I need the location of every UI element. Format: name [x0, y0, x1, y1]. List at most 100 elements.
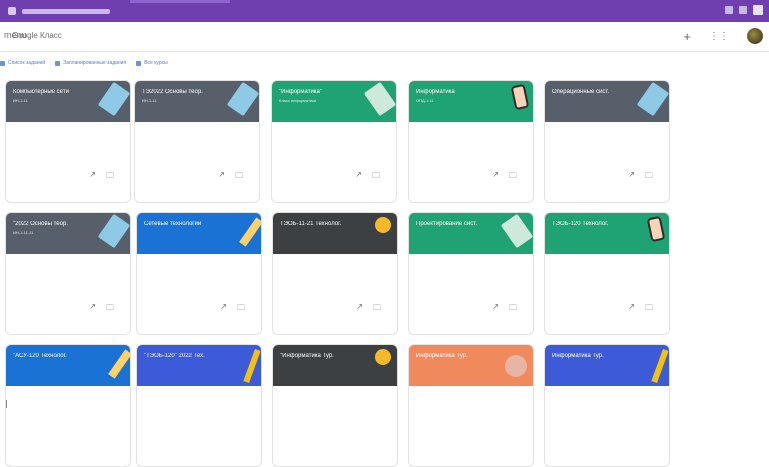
folder-icon[interactable]: 🗀 [645, 302, 653, 316]
card-title[interactable]: Сетевые технологии [144, 221, 201, 227]
card-subtitle: ИН-1-11 [142, 98, 157, 103]
folder-icon[interactable]: 🗀 [106, 170, 114, 184]
class-card[interactable]: "Информатика Тур. [272, 344, 398, 467]
card-title[interactable]: "Информатика Тур. [280, 353, 334, 359]
card-header: Сетевые технологии [137, 213, 261, 254]
subnav-label: Все курсы [144, 60, 168, 66]
folder-icon[interactable]: 🗀 [509, 302, 517, 316]
trend-icon[interactable]: ↗ [492, 170, 499, 184]
trend-icon[interactable]: ↗ [492, 302, 499, 316]
window-controls [725, 5, 763, 15]
card-title[interactable]: "ТЭОБ-120" 2022 Тех. [144, 353, 205, 359]
lightbulb-icon [375, 349, 391, 365]
tab-strip-highlight [130, 0, 230, 3]
trend-icon[interactable]: ↗ [356, 302, 363, 316]
create-class-button[interactable]: + [683, 30, 691, 43]
card-title[interactable]: "Информатика" [279, 89, 322, 95]
card-actions: ↗ 🗀 [218, 170, 243, 184]
card-header: "ТЭОБ-120" 2022 Тех. [137, 345, 261, 386]
card-title[interactable]: Компьютерные сети [13, 89, 69, 95]
apps-grid-icon[interactable]: ⋮⋮ [709, 31, 729, 42]
trend-icon[interactable]: ↗ [628, 302, 635, 316]
subnav-item-scheduled[interactable]: Запланированные задания [55, 60, 126, 66]
class-card[interactable]: ТЭОБ-11-21 Технолог. ↗ 🗀 [272, 212, 398, 335]
clock-icon [55, 60, 61, 66]
card-header: ТЭ2022 Основы теор. ИН-1-11 [135, 81, 259, 122]
tab-favicon-icon [8, 7, 16, 15]
subnav-item-all[interactable]: Все курсы [136, 60, 168, 66]
subnav: Список заданий Запланированные задания В… [0, 60, 168, 66]
card-header: Информатика Тур. [545, 345, 669, 386]
trend-icon[interactable]: ↗ [355, 170, 362, 184]
card-title[interactable]: Проектирование сист. [416, 221, 477, 227]
card-header: "2022 Основы теор. ИН-1-11-11 [6, 213, 130, 254]
class-card[interactable]: Компьютерные сети ИН-1-11 ↗ 🗀 [5, 80, 131, 203]
class-card[interactable]: ТЭ2022 Основы теор. ИН-1-11 ↗ 🗀 [134, 80, 260, 203]
class-card[interactable]: ТЭОБ-120 Технолог. ↗ 🗀 [544, 212, 670, 335]
laptop-icon [97, 81, 130, 117]
folder-icon[interactable]: 🗀 [235, 170, 243, 184]
trend-icon[interactable]: ↗ [220, 302, 227, 316]
card-title[interactable]: Операционные сист. [552, 89, 609, 95]
trend-icon[interactable]: ↗ [89, 302, 96, 316]
pen-icon [239, 217, 261, 247]
card-subtitle: ИН-1-11-11 [13, 230, 34, 235]
class-card[interactable]: "Информатика" Класс информатики ↗ 🗀 [271, 80, 397, 203]
card-title[interactable]: "АСУ-120 Технолог. [13, 353, 67, 359]
minimize-icon[interactable] [725, 6, 733, 14]
class-card[interactable]: Проектирование сист. ↗ 🗀 [408, 212, 534, 335]
folder-icon[interactable]: 🗀 [373, 302, 381, 316]
class-card[interactable]: Сетевые технологии ↗ 🗀 [136, 212, 262, 335]
card-title[interactable]: ТЭОБ-120 Технолог. [552, 221, 608, 227]
close-icon[interactable] [753, 5, 763, 15]
card-header: "Информатика Тур. [273, 345, 397, 386]
class-card[interactable]: "АСУ-120 Технолог. [5, 344, 131, 467]
card-title[interactable]: Информатика [416, 89, 455, 95]
card-actions: ↗ 🗀 [492, 302, 517, 316]
card-header: Информатика Тур. [409, 345, 533, 386]
folder-icon[interactable]: 🗀 [237, 302, 245, 316]
avatar[interactable] [747, 28, 763, 44]
folder-icon[interactable]: 🗀 [372, 170, 380, 184]
browser-tab[interactable] [8, 4, 110, 18]
laptop-icon [226, 81, 259, 117]
class-card[interactable]: Операционные сист. ↗ 🗀 [544, 80, 670, 203]
ruler-icon [243, 348, 261, 384]
book-icon [500, 213, 533, 249]
card-header: ТЭОБ-120 Технолог. [545, 213, 669, 254]
class-card[interactable]: "ТЭОБ-120" 2022 Тех. [136, 344, 262, 467]
card-header: "Информатика" Класс информатики [272, 81, 396, 122]
scroll-indicator [6, 400, 7, 408]
class-card[interactable]: "2022 Основы теор. ИН-1-11-11 ↗ 🗀 [5, 212, 131, 335]
card-subtitle: ОПД-1-11 [416, 98, 434, 103]
card-actions: ↗ 🗀 [355, 170, 380, 184]
laptop-icon [636, 81, 669, 117]
card-title[interactable]: ТЭ2022 Основы теор. [142, 89, 203, 95]
class-card[interactable]: Информатика Тур. [544, 344, 670, 467]
card-title[interactable]: ТЭОБ-11-21 Технолог. [280, 221, 341, 227]
card-title[interactable]: "2022 Основы теор. [13, 221, 68, 227]
card-subtitle: Класс информатики [279, 98, 317, 103]
calendar-icon [0, 60, 5, 66]
phone-icon [510, 83, 530, 111]
laptop-icon [97, 213, 130, 249]
card-header: "АСУ-120 Технолог. [6, 345, 130, 386]
pen-icon [108, 349, 130, 379]
maximize-icon[interactable] [739, 6, 747, 14]
folder-icon[interactable]: 🗀 [645, 170, 653, 184]
card-actions: ↗ 🗀 [356, 302, 381, 316]
pencil-icon [505, 355, 527, 377]
card-actions: ↗ 🗀 [628, 170, 653, 184]
card-header: ТЭОБ-11-21 Технолог. [273, 213, 397, 254]
trend-icon[interactable]: ↗ [628, 170, 635, 184]
trend-icon[interactable]: ↗ [89, 170, 96, 184]
folder-icon[interactable]: 🗀 [509, 170, 517, 184]
trend-icon[interactable]: ↗ [218, 170, 225, 184]
card-title[interactable]: Информатика Тур. [552, 353, 604, 359]
card-header: Компьютерные сети ИН-1-11 [6, 81, 130, 122]
folder-icon[interactable]: 🗀 [106, 302, 114, 316]
class-card[interactable]: Информатика ОПД-1-11 ↗ 🗀 [408, 80, 534, 203]
subnav-item-todo[interactable]: Список заданий [0, 60, 45, 66]
card-title[interactable]: Информатика Тур. [416, 353, 468, 359]
class-card[interactable]: Информатика Тур. [408, 344, 534, 467]
